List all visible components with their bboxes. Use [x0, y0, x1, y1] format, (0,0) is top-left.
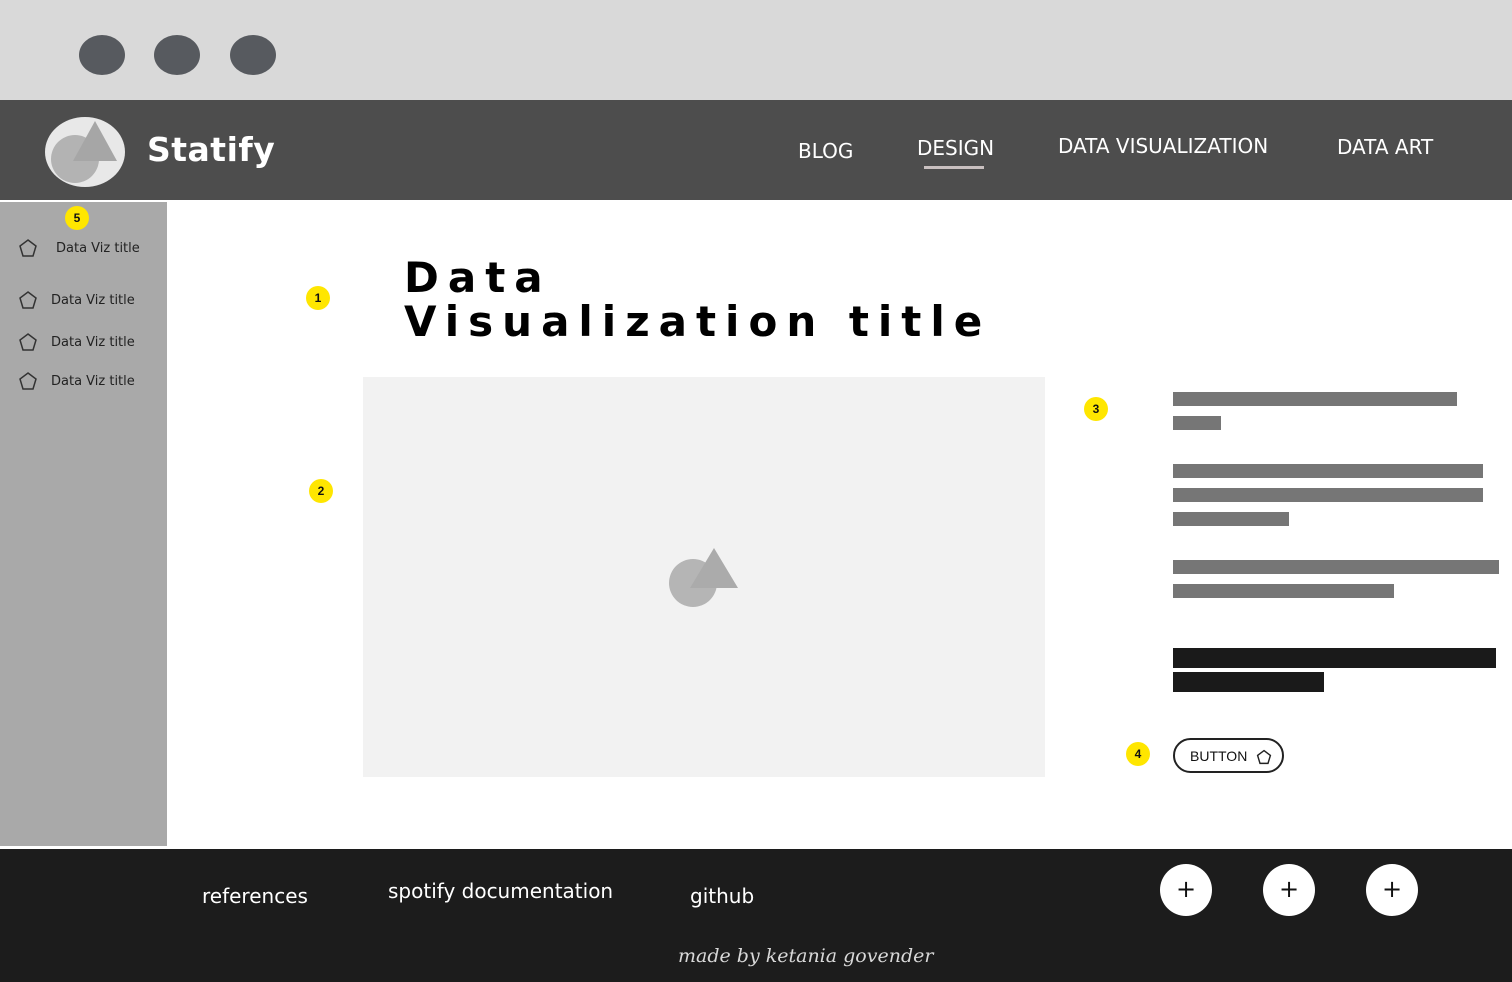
sidebar-item-label: Data Viz title [51, 374, 135, 389]
window-control-dot[interactable] [154, 35, 200, 75]
plus-button[interactable]: + [1366, 864, 1418, 916]
text-line-placeholder [1173, 392, 1457, 406]
annotation-badge-2: 2 [309, 479, 333, 503]
sidebar-item-label: Data Viz title [56, 241, 140, 256]
text-line-placeholder [1173, 464, 1483, 478]
page-title-line-1: Data [404, 253, 552, 302]
brand-name[interactable]: Statify [147, 130, 275, 169]
visualization-placeholder[interactable] [363, 377, 1045, 777]
pentagon-icon [19, 239, 37, 257]
window-control-dot[interactable] [79, 35, 125, 75]
pentagon-icon [19, 372, 37, 390]
nav-data-art[interactable]: DATA ART [1337, 135, 1433, 159]
highlight-line-placeholder [1173, 648, 1496, 668]
logo-icon[interactable] [45, 117, 125, 187]
page: Statify BLOG DESIGN DATA VISUALIZATION D… [0, 0, 1512, 982]
sidebar-item-label: Data Viz title [51, 335, 135, 350]
site-footer: references spotify documentation github … [0, 849, 1512, 982]
sidebar-item[interactable]: Data Viz title [0, 234, 167, 264]
nav-blog[interactable]: BLOG [798, 139, 853, 163]
plus-button[interactable]: + [1263, 864, 1315, 916]
pentagon-icon [19, 333, 37, 351]
plus-button[interactable]: + [1160, 864, 1212, 916]
sidebar-item[interactable]: Data Viz title [0, 286, 167, 316]
text-line-placeholder [1173, 488, 1483, 502]
text-line-placeholder [1173, 512, 1289, 526]
primary-button[interactable]: BUTTON [1173, 738, 1284, 773]
text-line-placeholder [1173, 584, 1394, 598]
footer-link-references[interactable]: references [202, 884, 308, 908]
text-line-placeholder [1173, 560, 1499, 574]
button-label: BUTTON [1190, 748, 1248, 764]
pentagon-icon [19, 291, 37, 309]
browser-chrome [0, 0, 1512, 100]
footer-credit: made by ketania govender [678, 945, 934, 967]
page-title-line-2: Visualization title [404, 297, 992, 346]
annotation-badge-3: 3 [1084, 397, 1108, 421]
footer-link-github[interactable]: github [690, 884, 754, 908]
footer-link-spotify-documentation[interactable]: spotify documentation [388, 879, 613, 903]
page-title: Data Visualization title [404, 256, 991, 344]
annotation-badge-1: 1 [306, 286, 330, 310]
pentagon-icon [1256, 749, 1272, 765]
image-placeholder-icon [669, 548, 738, 607]
sidebar-item-label: Data Viz title [51, 293, 135, 308]
site-header: Statify BLOG DESIGN DATA VISUALIZATION D… [0, 100, 1512, 200]
sidebar: 5 Data Viz title Data Viz title Data Viz… [0, 202, 167, 846]
annotation-badge-4: 4 [1126, 742, 1150, 766]
sidebar-item[interactable]: Data Viz title [0, 328, 167, 358]
nav-data-visualization[interactable]: DATA VISUALIZATION [1058, 134, 1268, 158]
annotation-badge-5: 5 [65, 206, 89, 230]
active-nav-indicator [924, 166, 984, 169]
nav-design[interactable]: DESIGN [917, 136, 994, 160]
text-line-placeholder [1173, 416, 1221, 430]
window-control-dot[interactable] [230, 35, 276, 75]
highlight-line-placeholder [1173, 672, 1324, 692]
sidebar-item[interactable]: Data Viz title [0, 367, 167, 397]
